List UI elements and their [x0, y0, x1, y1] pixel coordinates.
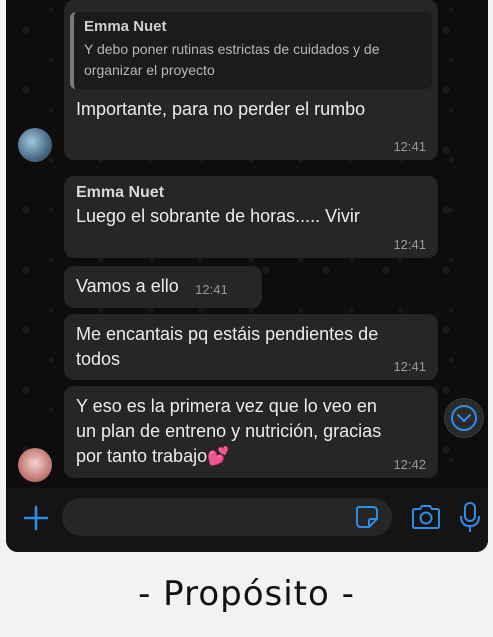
quoted-message[interactable]: Emma Nuet Y debo poner rutinas estrictas… — [70, 12, 432, 89]
quoted-text: Y debo poner rutinas estrictas de cuidad… — [84, 41, 380, 78]
message-time: 12:41 — [393, 237, 426, 252]
message-bubble-4[interactable]: Me encantais pq estáis pendientes de tod… — [64, 314, 438, 380]
message-time: 12:41 — [393, 139, 426, 154]
message-time: 12:42 — [393, 457, 426, 472]
plus-icon[interactable] — [18, 500, 54, 536]
message-sender: Emma Nuet — [76, 184, 165, 201]
scroll-to-bottom-button[interactable] — [444, 398, 484, 438]
sender-avatar[interactable] — [18, 128, 52, 162]
message-time: 12:41 — [393, 359, 426, 374]
quoted-sender: Emma Nuet — [84, 18, 167, 35]
message-input-bar — [6, 488, 488, 552]
chat-screen: Emma Nuet Y debo poner rutinas estrictas… — [6, 0, 488, 552]
message-text: Vamos a ello — [76, 276, 179, 296]
message-text: Y eso es la primera vez que lo veo en un… — [76, 396, 382, 466]
microphone-icon[interactable] — [458, 500, 482, 534]
message-bubble-5[interactable]: Y eso es la primera vez que lo veo en un… — [64, 386, 438, 478]
message-time: 12:41 — [195, 282, 228, 297]
chevron-down-icon — [451, 405, 477, 431]
message-text: Luego el sobrante de horas..... Vivir — [76, 206, 360, 226]
caption-title: - Propósito - — [138, 574, 355, 614]
sender-avatar[interactable] — [18, 448, 52, 482]
message-input[interactable] — [62, 498, 392, 536]
sticker-icon[interactable] — [354, 504, 380, 530]
message-text: Me encantais pq estáis pendientes de tod… — [76, 324, 379, 369]
message-bubble-2[interactable]: Emma Nuet Luego el sobrante de horas....… — [64, 176, 438, 258]
message-text: Importante, para no perder el rumbo — [76, 99, 366, 119]
message-bubble-1[interactable]: Emma Nuet Y debo poner rutinas estrictas… — [64, 0, 438, 160]
message-bubble-3[interactable]: Vamos a ello 12:41 — [64, 266, 262, 308]
camera-icon[interactable] — [410, 503, 442, 531]
